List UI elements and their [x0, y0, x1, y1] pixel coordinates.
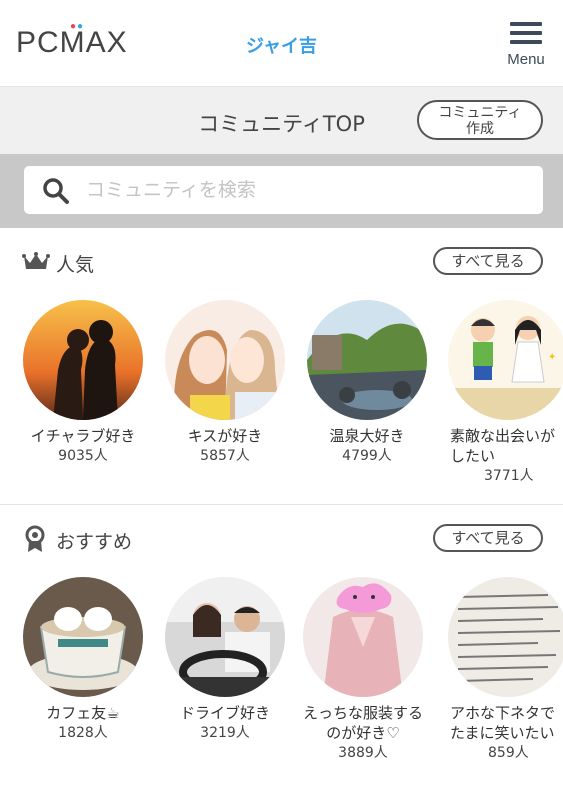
- recommended-see-all-button[interactable]: すべて見る: [433, 524, 543, 552]
- create-community-button[interactable]: コミュニティ 作成: [417, 100, 543, 140]
- create-line-1: コミュニティ: [438, 105, 522, 121]
- search-box[interactable]: [24, 166, 543, 214]
- community-thumbnail: [307, 300, 427, 420]
- community-card[interactable]: ✦ ✦ 素敵な出会いがしたい 3771人: [444, 300, 563, 486]
- community-thumbnail: [165, 577, 285, 697]
- member-count: 5857人: [200, 448, 250, 464]
- community-name: 素敵な出会いがしたい: [450, 427, 556, 465]
- popular-see-all-button[interactable]: すべて見る: [433, 247, 543, 275]
- recommended-header: おすすめ すべて見る: [0, 505, 563, 561]
- member-count: 3889人: [338, 745, 388, 761]
- community-card[interactable]: アホな下ネタでたまに笑いたい 859人: [444, 577, 563, 763]
- member-count: 859人: [488, 745, 529, 761]
- member-count: 4799人: [342, 448, 392, 464]
- svg-text:✦: ✦: [458, 312, 466, 323]
- community-thumbnail: [303, 577, 423, 697]
- search-input[interactable]: [84, 174, 528, 206]
- community-name: ドライブ好き: [179, 704, 270, 722]
- community-thumbnail: [448, 577, 563, 697]
- member-count: 1828人: [58, 725, 108, 741]
- popular-header: 人気 すべて見る: [0, 228, 563, 284]
- community-name: アホな下ネタでたまに笑いたい: [450, 704, 556, 742]
- crown-icon: [22, 252, 50, 269]
- community-card[interactable]: イチャラブ好き 9035人: [18, 300, 148, 466]
- menu-button[interactable]: Menu: [503, 22, 549, 68]
- community-card[interactable]: キスが好き 5857人: [160, 300, 290, 466]
- badge-icon: [25, 525, 45, 552]
- community-thumbnail: [23, 300, 143, 420]
- community-thumbnail: ✦ ✦: [448, 300, 563, 420]
- community-thumbnail: [23, 577, 143, 697]
- search-area: [0, 154, 563, 228]
- community-name: 温泉大好き: [329, 427, 405, 445]
- recommended-title: おすすめ: [56, 531, 133, 553]
- title-bar: コミュニティTOP コミュニティ 作成: [0, 86, 563, 154]
- member-count: 9035人: [58, 448, 108, 464]
- community-name: イチャラブ好き: [30, 427, 136, 445]
- community-name: えっちな服装するのが好き♡: [302, 704, 423, 742]
- logo-dots: ●●: [70, 21, 85, 32]
- hamburger-icon: [510, 22, 542, 44]
- app-header: PCMAX ●● ジャイ吉 Menu: [0, 0, 563, 86]
- popular-title: 人気: [56, 254, 95, 276]
- svg-text:✦: ✦: [548, 352, 556, 363]
- community-card[interactable]: カフェ友☕ 1828人: [18, 577, 148, 743]
- community-card[interactable]: えっちな服装するのが好き♡ 3889人: [296, 577, 430, 763]
- recommended-section: おすすめ すべて見る カフェ友☕ 1828人 ドライブ好き 3219人 えっちな…: [0, 505, 563, 781]
- community-name: カフェ友☕: [46, 704, 120, 722]
- community-card[interactable]: ドライブ好き 3219人: [160, 577, 290, 743]
- create-line-2: 作成: [466, 121, 494, 137]
- community-card[interactable]: 温泉大好き 4799人: [302, 300, 432, 466]
- popular-section: 人気 すべて見る イチャラブ好き 9035人 キスが好き 5857人 温泉大好き…: [0, 228, 563, 504]
- popular-list: イチャラブ好き 9035人 キスが好き 5857人 温泉大好き 4799人 ✦ …: [0, 284, 563, 504]
- community-thumbnail: [165, 300, 285, 420]
- username-link[interactable]: ジャイ吉: [0, 32, 563, 58]
- member-count: 3771人: [484, 468, 534, 484]
- community-name: キスが好き: [187, 427, 263, 445]
- member-count: 3219人: [200, 725, 250, 741]
- recommended-list: カフェ友☕ 1828人 ドライブ好き 3219人 えっちな服装するのが好き♡ 3…: [0, 561, 563, 781]
- menu-label: Menu: [507, 51, 545, 68]
- search-icon: [43, 178, 69, 204]
